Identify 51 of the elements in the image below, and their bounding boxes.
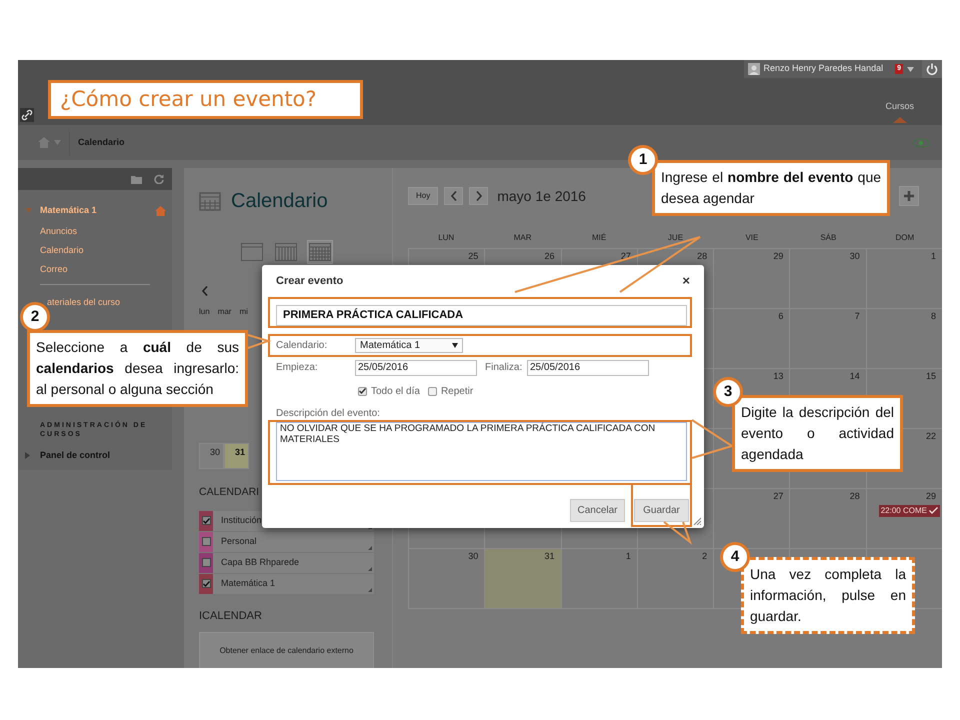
field-label: Descripción del evento: bbox=[276, 408, 381, 420]
callout-tooltip: Una vez completa la información, pulse en guardar. bbox=[741, 557, 915, 634]
day-number: 8 bbox=[930, 310, 937, 323]
field-label: Calendario: bbox=[276, 338, 328, 352]
day-number: 13 bbox=[773, 370, 784, 383]
day-number: 1 bbox=[930, 250, 937, 263]
callout-tooltip: Digite la descripción del evento o actividad agendada bbox=[732, 395, 903, 472]
weekday-header: MAR bbox=[512, 232, 533, 244]
field-label: Empieza: bbox=[276, 361, 319, 375]
day-number: 30 bbox=[850, 250, 861, 263]
day-number: 6 bbox=[778, 310, 784, 323]
day-number: 28 bbox=[850, 490, 861, 503]
day-number: 25 bbox=[468, 250, 480, 263]
weekday-header: VIE bbox=[744, 232, 760, 244]
weekday-label: mi bbox=[239, 306, 248, 318]
day-number: 29 bbox=[926, 490, 937, 503]
weekday-label: mar bbox=[218, 306, 232, 318]
weekday-header: MIÉ bbox=[590, 232, 608, 244]
calendar-name: Matemática 1 bbox=[221, 577, 276, 590]
month-title: mayo 1e 2016 bbox=[497, 186, 586, 206]
day-number: 15 bbox=[926, 370, 937, 383]
weekday-label: lun bbox=[199, 306, 210, 318]
checkbox-label: Repetir bbox=[440, 384, 474, 398]
section-heading: CALENDARI bbox=[199, 485, 260, 500]
dialog-title: Crear evento bbox=[276, 274, 344, 289]
calendar-name: Personal bbox=[221, 535, 257, 548]
weekday-header: JUE bbox=[666, 232, 684, 244]
weekday-header: DOM bbox=[894, 232, 916, 244]
callout-tooltip: Ingrese el nombre del evento que desea agendar bbox=[652, 160, 890, 216]
day-number: 31 bbox=[544, 550, 556, 563]
weekday-header: SÁB bbox=[819, 232, 838, 244]
day-number: 30 bbox=[468, 550, 480, 563]
day-number: 7 bbox=[854, 310, 861, 323]
calendar-name: Institución bbox=[221, 514, 262, 527]
callout-tooltip: Seleccione a cuál de sus calendarios desea ingresarlo: al personal o alguna sección bbox=[27, 330, 248, 407]
day-number: 29 bbox=[773, 250, 784, 263]
day-number: 22 bbox=[926, 430, 937, 443]
day-number: 2 bbox=[702, 550, 708, 563]
day-number: 27 bbox=[773, 490, 784, 503]
calendar-name: Capa BB Rhparede bbox=[221, 556, 300, 569]
section-heading: ICALENDAR bbox=[199, 608, 263, 624]
page-title: Calendario bbox=[231, 189, 328, 214]
day-number: 28 bbox=[697, 250, 708, 263]
day-number: 1 bbox=[626, 550, 632, 563]
slide-title: ¿Cómo crear un evento? bbox=[48, 80, 363, 119]
event-label: 22:00 COME bbox=[880, 504, 927, 516]
field-label: Finaliza: bbox=[485, 361, 524, 375]
day-number: 26 bbox=[544, 250, 556, 263]
checkbox-label: Todo el día bbox=[371, 384, 420, 398]
day-number: 14 bbox=[850, 370, 861, 383]
weekday-header: LUN bbox=[437, 232, 456, 244]
